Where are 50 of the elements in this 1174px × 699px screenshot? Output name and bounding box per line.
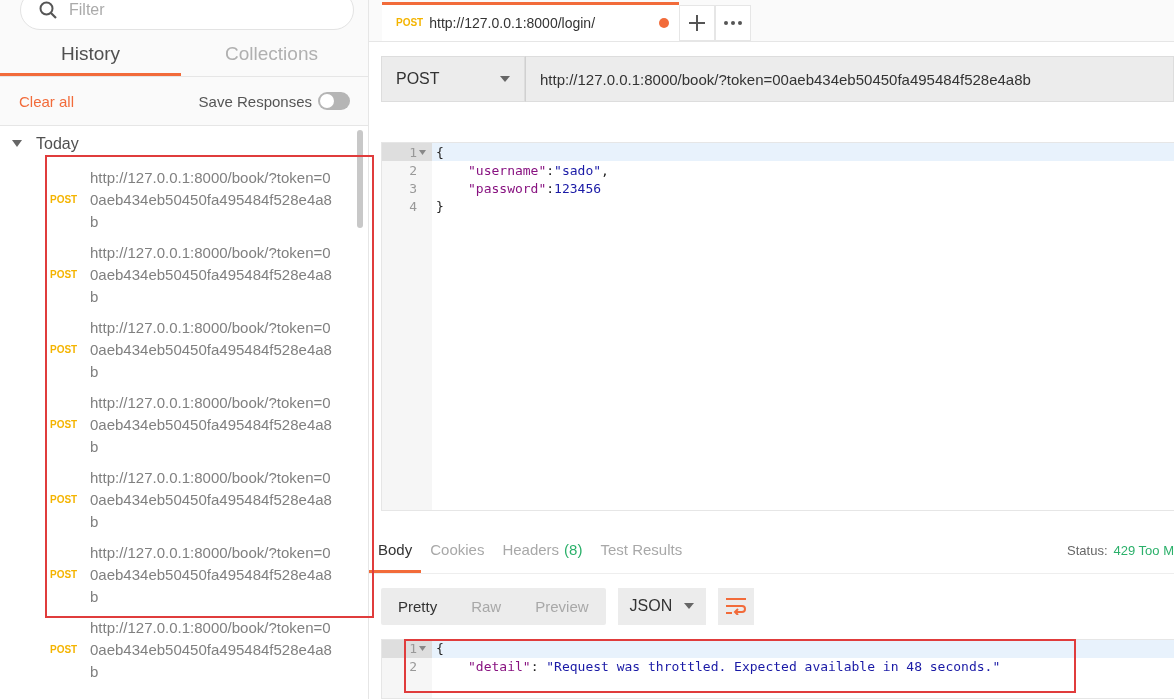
search-icon: [39, 1, 57, 19]
history-item[interactable]: POST http://127.0.0.1:8000/book/?token=00aeb434eb50450fa495484f528e4a8b: [0, 162, 357, 237]
line-number: 2: [409, 162, 417, 178]
sidebar-tab[interactable]: Collections: [181, 34, 362, 76]
code-line: 4 }: [408, 197, 445, 216]
body-editor[interactable]: 1 { 2 "username":"sado", 3 "password":123456 4 }: [381, 142, 1174, 511]
history-item[interactable]: POST http://127.0.0.1:8000/book/?token=00aeb434eb50450fa495484f528e4a8b: [0, 312, 357, 387]
line-number: 4: [409, 198, 417, 214]
history-item[interactable]: POST http://127.0.0.1:8000/book/?token=00aeb434eb50450fa495484f528e4a8b: [0, 537, 357, 612]
format-select[interactable]: JSON: [617, 587, 706, 625]
response-tab[interactable]: Headers (8): [493, 528, 592, 573]
status-value: 429 Too M: [1113, 543, 1174, 559]
more-button[interactable]: [715, 4, 751, 41]
wrap-icon: [724, 597, 747, 616]
caret-icon: [683, 603, 694, 610]
history-item[interactable]: POST http://127.0.0.1:8000/book/?token=00aeb434eb50450fa495484f528e4a8b: [0, 387, 357, 462]
history-item[interactable]: POST http://127.0.0.1:8000/book/?token=00aeb434eb50450fa495484f528e4a8b: [0, 462, 357, 537]
save-responses-label: Save Responses: [198, 92, 312, 110]
new-tab-button[interactable]: [679, 4, 715, 41]
code-line: 3 "password":123456: [408, 179, 603, 198]
wrap-button[interactable]: [717, 587, 754, 625]
code-line: 2 "username":"sado",: [408, 161, 610, 180]
clear-all-link[interactable]: Clear all: [19, 92, 75, 110]
response-tab[interactable]: Body: [369, 528, 422, 573]
filter-input[interactable]: Filter: [67, 0, 335, 20]
caret-icon: [500, 76, 510, 82]
more-icon: [724, 20, 742, 25]
sidebar-tab[interactable]: History: [0, 34, 181, 76]
fold-icon[interactable]: [419, 149, 426, 155]
expand-icon[interactable]: [12, 140, 22, 148]
history-item[interactable]: POST http://127.0.0.1:8000/book/?token=00aeb434eb50450fa495484f528e4a8b: [0, 237, 357, 312]
save-responses-toggle[interactable]: [318, 92, 350, 110]
url-field[interactable]: http://127.0.0.1:8000/book/?token=00aeb434eb50450fa495484f528e4a8b: [525, 55, 1174, 103]
request-tab[interactable]: POST http://127.0.0.1:8000/login/: [382, 1, 679, 41]
line-number: 1: [409, 641, 417, 657]
method-select[interactable]: POST: [381, 55, 525, 103]
history-item[interactable]: POST http://127.0.0.1:8000/book/?token=00aeb434eb50450fa495484f528e4a8b: [0, 612, 357, 687]
filter-field[interactable]: Filter: [20, 0, 354, 30]
response-tab[interactable]: Test Results: [591, 528, 692, 573]
line-number: 1: [409, 144, 417, 160]
code-line: 2 "detail": "Request was throttled. Expected available in 48 seconds.": [408, 658, 1002, 676]
fold-icon[interactable]: [419, 646, 426, 652]
group-label: Today: [36, 135, 79, 153]
line-number: 3: [409, 180, 417, 196]
scrollbar-thumb[interactable]: [357, 130, 363, 228]
plus-icon: [689, 14, 705, 31]
status-label: Status:: [1067, 543, 1108, 559]
line-number: 2: [409, 659, 417, 675]
view-option[interactable]: Pretty: [381, 587, 455, 625]
response-tab[interactable]: Cookies: [421, 528, 494, 573]
